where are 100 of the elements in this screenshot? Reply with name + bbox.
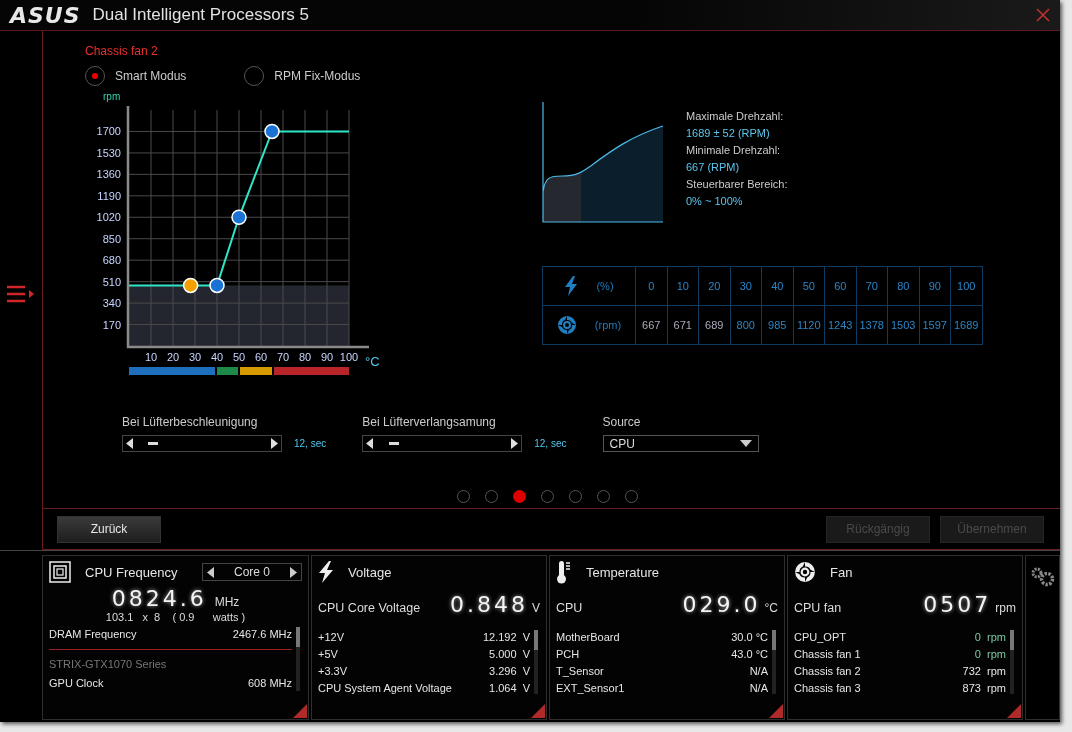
slider-label: Bei Lüfterverlangsamung (362, 415, 497, 429)
resize-corner-icon[interactable] (293, 704, 307, 718)
sensor-value: N/A (749, 664, 768, 677)
panel-title: Fan (830, 564, 853, 580)
menu-icon[interactable] (7, 284, 35, 303)
lightning-icon (318, 561, 334, 583)
sensor-value: 1.064 V (489, 681, 530, 694)
curve-point[interactable] (231, 209, 247, 225)
slider-thumb[interactable] (148, 442, 159, 445)
y-tick-label: 1700 (96, 125, 121, 138)
x-tick-label: 80 (298, 351, 312, 363)
delay-slider[interactable] (122, 435, 282, 452)
fan-icon (556, 315, 577, 335)
left-arrow-icon[interactable] (207, 566, 214, 578)
axis-unit-label: °C (365, 354, 379, 369)
table-cell: 70 (856, 266, 888, 306)
table-cell: 80 (887, 266, 919, 306)
delay-slider[interactable] (362, 435, 523, 452)
big-reading: 029.0 (682, 592, 761, 617)
sensor-name: +12V (318, 630, 344, 643)
multiplier-detail: 103.1 x 8 ( 0.9 watts ) (105, 611, 246, 623)
info-label: Maximale Drehzahl: (686, 109, 785, 124)
logo: ASUS (10, 2, 81, 28)
info-label: Minimale Drehzahl: (686, 143, 782, 158)
table-cell: 1503 (887, 305, 919, 345)
thermometer-icon (556, 560, 572, 584)
reading-label: CPU fan (794, 601, 843, 615)
close-icon[interactable] (1036, 8, 1050, 22)
big-reading: 0507 (923, 592, 992, 617)
scrollbar[interactable] (1010, 630, 1014, 694)
right-arrow-icon[interactable] (271, 438, 278, 449)
reading-unit: V (532, 601, 540, 615)
action-button[interactable]: Zurück (57, 515, 161, 543)
table-cell: 20 (698, 266, 730, 306)
sensor-name: +3.3V (318, 664, 348, 677)
fan-icon (794, 561, 816, 583)
page-dot[interactable] (513, 490, 526, 503)
y-tick-label: 680 (102, 254, 121, 267)
right-arrow-icon[interactable] (511, 438, 519, 449)
right-arrow-icon[interactable] (290, 566, 297, 578)
table-cell: 1597 (919, 305, 951, 345)
resize-corner-icon[interactable] (531, 704, 545, 718)
sensor-name: CPU_OPT (794, 630, 846, 643)
curve-point[interactable] (209, 277, 225, 294)
info-value: 0% ~ 100% (686, 194, 744, 209)
y-tick-label: 1020 (96, 211, 121, 224)
unit-label: (rpm) (594, 319, 622, 331)
scrollbar[interactable] (772, 630, 776, 694)
sensor-value: 12.192 V (482, 630, 530, 643)
axis-unit-label: rpm (103, 91, 121, 102)
window-title: Dual Intelligent Processors 5 (92, 5, 310, 25)
sensor-value: 30.0 °C (731, 630, 768, 643)
sensor-name: Chassis fan 3 (794, 681, 861, 694)
slider-thumb[interactable] (388, 442, 399, 445)
source-dropdown[interactable]: CPU (602, 435, 759, 452)
big-reading: 0.848 (450, 592, 528, 617)
y-tick-label: 510 (102, 275, 121, 288)
slider-reading: 12, sec (294, 438, 327, 449)
y-tick-label: 170 (102, 318, 121, 331)
sensor-value: 608 MHz (247, 676, 292, 689)
scrollbar[interactable] (296, 627, 300, 691)
table-cell: 985 (761, 305, 793, 345)
panel-title: Voltage (348, 564, 392, 580)
table-cell: 1120 (793, 305, 825, 345)
cpu-chip-icon (49, 561, 71, 583)
info-label: Steuerbarer Bereich: (686, 177, 788, 192)
settings-icon[interactable] (1029, 566, 1056, 588)
sensor-name: DRAM Frequency (49, 627, 137, 640)
y-tick-label: 1190 (97, 189, 121, 202)
big-reading: 0824.6 (111, 586, 207, 611)
x-tick-label: 90 (320, 351, 334, 363)
x-tick-label: 70 (276, 351, 290, 363)
mode-radio[interactable]: Smart Modus (85, 66, 187, 86)
sensor-name: GPU Clock (49, 676, 104, 689)
resize-corner-icon[interactable] (1007, 704, 1021, 718)
x-tick-label: 50 (232, 351, 246, 363)
y-tick-label: 1530 (96, 146, 121, 159)
slider-reading: 12, sec (534, 438, 567, 449)
x-tick-label: 30 (188, 351, 202, 363)
x-tick-label: 60 (254, 351, 268, 363)
y-tick-label: 1360 (96, 168, 121, 181)
table-cell: 671 (667, 305, 699, 345)
scrollbar[interactable] (534, 630, 538, 694)
table-cell: 40 (761, 266, 793, 306)
unit-label: (%) (596, 280, 614, 292)
table-cell: 50 (793, 266, 825, 306)
table-cell: 1243 (824, 305, 856, 345)
core-selector[interactable]: Core 0 (202, 563, 302, 581)
x-tick-label: 20 (166, 351, 180, 363)
table-cell: 667 (635, 305, 667, 345)
curve-point[interactable] (182, 277, 199, 294)
sensor-name: PCH (556, 647, 580, 660)
resize-corner-icon[interactable] (769, 704, 783, 718)
reading-label: CPU (556, 601, 584, 615)
left-arrow-icon[interactable] (366, 438, 374, 449)
gpu-name: STRIX-GTX1070 Series (49, 658, 168, 672)
left-arrow-icon[interactable] (126, 438, 133, 449)
reading-label: CPU Core Voltage (318, 601, 422, 615)
mode-radio[interactable]: RPM Fix-Modus (244, 66, 361, 86)
curve-point[interactable] (264, 123, 280, 140)
